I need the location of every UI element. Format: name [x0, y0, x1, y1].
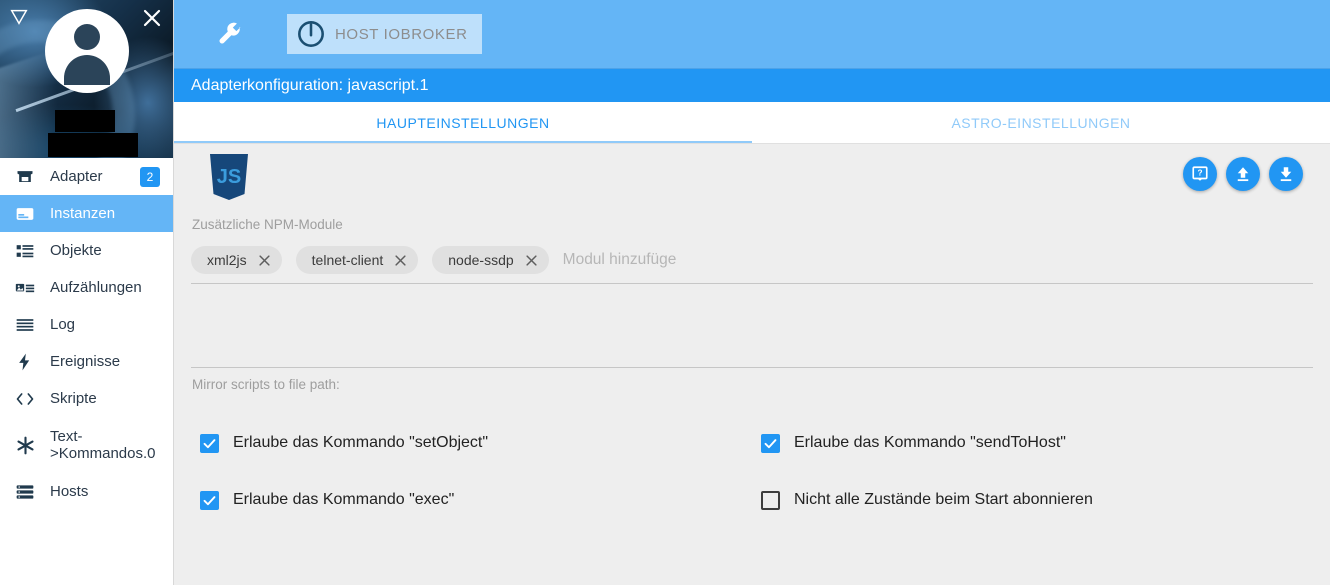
top-toolbar: HOST IOBROKER [174, 0, 1330, 69]
app-window: Adapter 2 Instanzen Objekte Aufzählungen… [0, 0, 1330, 585]
sidebar-item-skripte[interactable]: Skripte [0, 380, 173, 417]
sidebar-nav: Adapter 2 Instanzen Objekte Aufzählungen… [0, 158, 173, 510]
triangle-down-icon[interactable] [8, 6, 30, 28]
sidebar-item-label: Adapter [50, 167, 103, 185]
checkbox-grid: Erlaube das Kommando "setObject" Erlaube… [191, 392, 1313, 540]
checkbox-label: Nicht alle Zustände beim Start abonniere… [794, 491, 1093, 508]
redacted-username [55, 110, 115, 132]
svg-text:JS: JS [217, 166, 241, 188]
tab-label: ASTRO-EINSTELLUNGEN [951, 114, 1131, 131]
checkbox-label: Erlaube das Kommando "exec" [233, 491, 455, 508]
tab-label: HAUPTEINSTELLUNGEN [376, 114, 550, 131]
sidebar-item-ereignisse[interactable]: Ereignisse [0, 343, 173, 380]
checkbox-column-right: Erlaube das Kommando "sendToHost" Nicht … [752, 426, 1313, 540]
sidebar-item-text-kommandos[interactable]: Text->Kommandos.0 [0, 417, 173, 473]
sidebar-item-label: Instanzen [50, 204, 116, 222]
sidebar-item-label: Objekte [50, 241, 102, 259]
sidebar-item-objekte[interactable]: Objekte [0, 232, 173, 269]
sidebar-header [0, 0, 173, 158]
store-icon [13, 167, 37, 187]
tab-astro-einstellungen[interactable]: ASTRO-EINSTELLUNGEN [752, 102, 1330, 143]
checkbox-sendtohost[interactable]: Erlaube das Kommando "sendToHost" [761, 426, 1313, 460]
wrench-icon[interactable] [217, 21, 243, 47]
list-icon [13, 241, 37, 261]
instances-icon [13, 204, 37, 224]
checkbox-setobject[interactable]: Erlaube das Kommando "setObject" [200, 426, 752, 460]
page-title: Adapterkonfiguration: javascript.1 [191, 76, 429, 94]
sidebar-item-label: Hosts [50, 482, 89, 500]
sidebar-item-hosts[interactable]: Hosts [0, 473, 173, 510]
redacted-hostname [48, 133, 138, 157]
sidebar: Adapter 2 Instanzen Objekte Aufzählungen… [0, 0, 174, 585]
npm-modules-field[interactable]: xml2js telnet-client node-ssdp [191, 246, 1313, 284]
enum-icon [13, 278, 37, 298]
checkbox-checked-icon[interactable] [200, 490, 219, 510]
bolt-icon [13, 352, 37, 372]
action-buttons: ? [1183, 157, 1303, 191]
tab-haupteinstellungen[interactable]: HAUPTEINSTELLUNGEN [174, 102, 752, 143]
add-module-input[interactable] [562, 251, 823, 269]
download-button[interactable] [1269, 157, 1303, 191]
checkbox-subscribe-states[interactable]: Nicht alle Zustände beim Start abonniere… [761, 483, 1313, 517]
checkbox-column-left: Erlaube das Kommando "setObject" Erlaube… [191, 426, 752, 540]
sidebar-item-label: Ereignisse [50, 352, 121, 370]
adapter-icon-row: JS ? [191, 144, 1313, 217]
power-info-icon [297, 20, 325, 48]
help-button[interactable]: ? [1183, 157, 1217, 191]
sidebar-item-label: Log [50, 315, 76, 333]
javascript-logo-icon: JS [208, 153, 250, 201]
avatar[interactable] [45, 9, 129, 93]
chip-label: xml2js [207, 252, 247, 268]
sidebar-item-label: Aufzählungen [50, 278, 142, 296]
chip-telnet-client[interactable]: telnet-client [295, 246, 419, 274]
sidebar-item-instanzen[interactable]: Instanzen [0, 195, 173, 232]
settings-content: JS ? Zusätzliche NPM-Module xml2js telne… [174, 144, 1330, 585]
chip-label: node-ssdp [448, 252, 514, 268]
avatar-body [64, 55, 110, 85]
config-title-bar: Adapterkonfiguration: javascript.1 [174, 69, 1330, 102]
log-lines-icon [13, 315, 37, 335]
avatar-head [74, 24, 100, 50]
chip-remove-icon[interactable] [393, 253, 408, 268]
mirror-field-area [191, 284, 1313, 368]
server-icon [13, 482, 37, 502]
npm-modules-label: Zusätzliche NPM-Module [192, 217, 343, 232]
upload-button[interactable] [1226, 157, 1260, 191]
mirror-scripts-label: Mirror scripts to file path: [192, 377, 340, 392]
sidebar-item-adapter[interactable]: Adapter 2 [0, 158, 173, 195]
host-button-label: HOST IOBROKER [335, 25, 468, 43]
chip-xml2js[interactable]: xml2js [191, 246, 282, 274]
chip-label: telnet-client [311, 252, 384, 268]
checkbox-label: Erlaube das Kommando "setObject" [233, 434, 489, 451]
checkbox-checked-icon[interactable] [200, 433, 219, 453]
asterisk-icon [13, 435, 37, 455]
sidebar-item-log[interactable]: Log [0, 306, 173, 343]
sidebar-item-label: Text->Kommandos.0 [50, 427, 156, 462]
chip-node-ssdp[interactable]: node-ssdp [432, 246, 549, 274]
sidebar-item-aufzaehlungen[interactable]: Aufzählungen [0, 269, 173, 306]
sidebar-item-label: Skripte [50, 389, 97, 407]
host-iobroker-button[interactable]: HOST IOBROKER [287, 14, 482, 54]
svg-text:?: ? [1197, 169, 1202, 178]
main-area: HOST IOBROKER Adapterkonfiguration: java… [174, 0, 1330, 585]
checkbox-unchecked-icon[interactable] [761, 490, 780, 510]
checkbox-label: Erlaube das Kommando "sendToHost" [794, 434, 1066, 451]
chip-remove-icon[interactable] [524, 253, 539, 268]
sidebar-badge-adapter: 2 [140, 166, 160, 187]
close-icon[interactable] [140, 6, 164, 30]
checkbox-checked-icon[interactable] [761, 433, 780, 453]
checkbox-exec[interactable]: Erlaube das Kommando "exec" [200, 483, 752, 517]
tab-bar: HAUPTEINSTELLUNGEN ASTRO-EINSTELLUNGEN [174, 102, 1330, 144]
chip-remove-icon[interactable] [257, 253, 272, 268]
code-icon [13, 389, 37, 409]
